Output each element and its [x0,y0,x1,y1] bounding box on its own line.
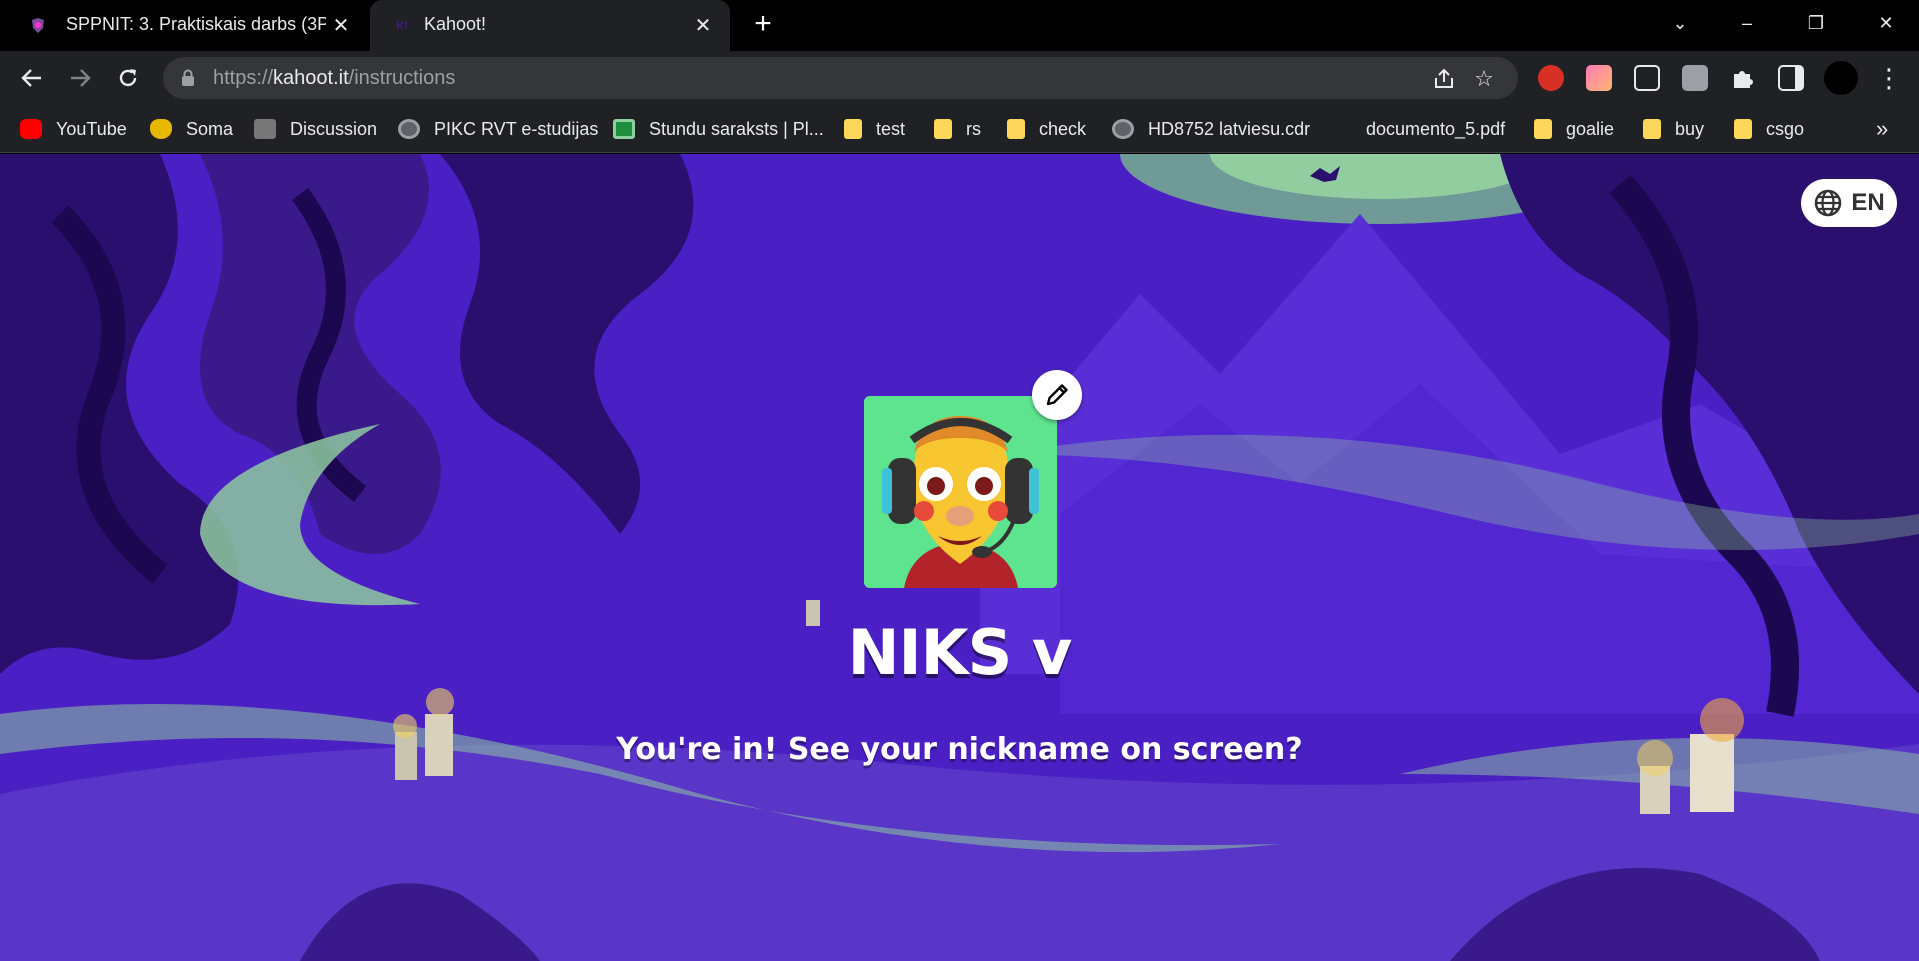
language-label: EN [1851,189,1885,216]
new-tab-button[interactable]: + [748,9,778,40]
bookmark-csgo[interactable]: csgo [1734,115,1804,143]
kahoot-favicon-icon: K! [396,20,408,32]
globe-icon [1815,189,1842,217]
globe-icon [398,119,420,139]
bookmark-check[interactable]: check [1007,115,1086,143]
forward-button[interactable] [62,60,98,96]
restore-button[interactable]: ❐ [1796,8,1836,38]
gamer-character-icon [864,396,1057,588]
bookmark-star-icon[interactable]: ☆ [1471,66,1497,92]
discussion-icon [254,119,276,139]
bookmark-test[interactable]: test [844,115,905,143]
tab-title: Kahoot! [424,14,487,34]
avatar-container [864,370,1082,588]
bookmark-documento[interactable]: documento_5.pdf [1366,115,1505,143]
bookmark-rs[interactable]: rs [934,115,981,143]
kahoot-page: EN NIKS v You're in! See your nickname o… [0,154,1919,961]
language-selector[interactable]: EN [1801,179,1897,227]
extension-gradient-icon[interactable] [1586,65,1612,91]
tab-sppnit[interactable]: SPPNIT: 3. Praktiskais darbs (3PDT ✕ [0,0,368,51]
close-window-button[interactable]: ✕ [1866,8,1906,38]
browser-toolbar: https://kahoot.it/instructions ☆ ⋮ [0,51,1919,105]
extensions-puzzle-icon[interactable] [1730,65,1756,91]
share-icon[interactable] [1431,66,1457,92]
tab-strip: SPPNIT: 3. Praktiskais darbs (3PDT ✕ K! … [0,0,1919,51]
menu-kebab-icon[interactable]: ⋮ [1876,63,1902,93]
close-tab-icon[interactable]: ✕ [328,12,354,38]
back-button[interactable] [14,60,50,96]
bookmark-pikc[interactable]: PIKC RVT e-studijas [398,115,598,143]
close-tab-icon[interactable]: ✕ [690,12,716,38]
bookmark-discussion[interactable]: Discussion [254,115,377,143]
address-bar[interactable]: https://kahoot.it/instructions ☆ [163,57,1518,99]
player-nickname: NIKS v [847,616,1073,689]
pencil-icon [1046,384,1068,406]
bookmark-hd8752[interactable]: HD8752 latviesu.cdr [1112,115,1310,143]
extension-k-icon[interactable] [1682,65,1708,91]
profile-avatar[interactable] [1824,61,1858,95]
folder-icon [1734,119,1752,139]
minimize-button[interactable]: – [1727,8,1767,38]
bookmark-goalie[interactable]: goalie [1534,115,1614,143]
youtube-icon [20,119,42,139]
folder-icon [844,119,862,139]
joined-message: You're in! See your nickname on screen? [616,732,1303,767]
folder-icon [1007,119,1025,139]
bookmarks-overflow-button[interactable]: » [1876,115,1888,143]
picture-in-picture-icon[interactable] [1634,65,1660,91]
bookmarks-bar: YouTube Soma Discussion PIKC RVT e-studi… [0,105,1919,153]
edit-avatar-button[interactable] [1032,370,1082,420]
folder-icon [1534,119,1552,139]
globe-icon [1112,119,1134,139]
url-text: https://kahoot.it/instructions [213,67,456,89]
tab-kahoot[interactable]: K! Kahoot! ✕ [370,0,730,51]
reload-button[interactable] [110,60,146,96]
bookmark-youtube[interactable]: YouTube [20,115,127,143]
bookmark-soma[interactable]: Soma [150,115,233,143]
shield-favicon-icon [28,16,48,36]
lock-icon [182,69,194,86]
tab-title: SPPNIT: 3. Praktiskais darbs (3PDT [66,14,326,34]
bookmark-stundu[interactable]: Stundu saraksts | Pl... [613,115,824,143]
adblock-icon[interactable] [1538,65,1564,91]
calendar-icon [613,119,635,139]
tab-search-icon[interactable]: ⌄ [1660,8,1700,38]
folder-icon [1643,119,1661,139]
player-avatar [864,396,1057,588]
bag-icon [150,119,172,139]
side-panel-icon[interactable] [1778,65,1804,91]
folder-icon [934,119,952,139]
bookmark-buy[interactable]: buy [1643,115,1704,143]
